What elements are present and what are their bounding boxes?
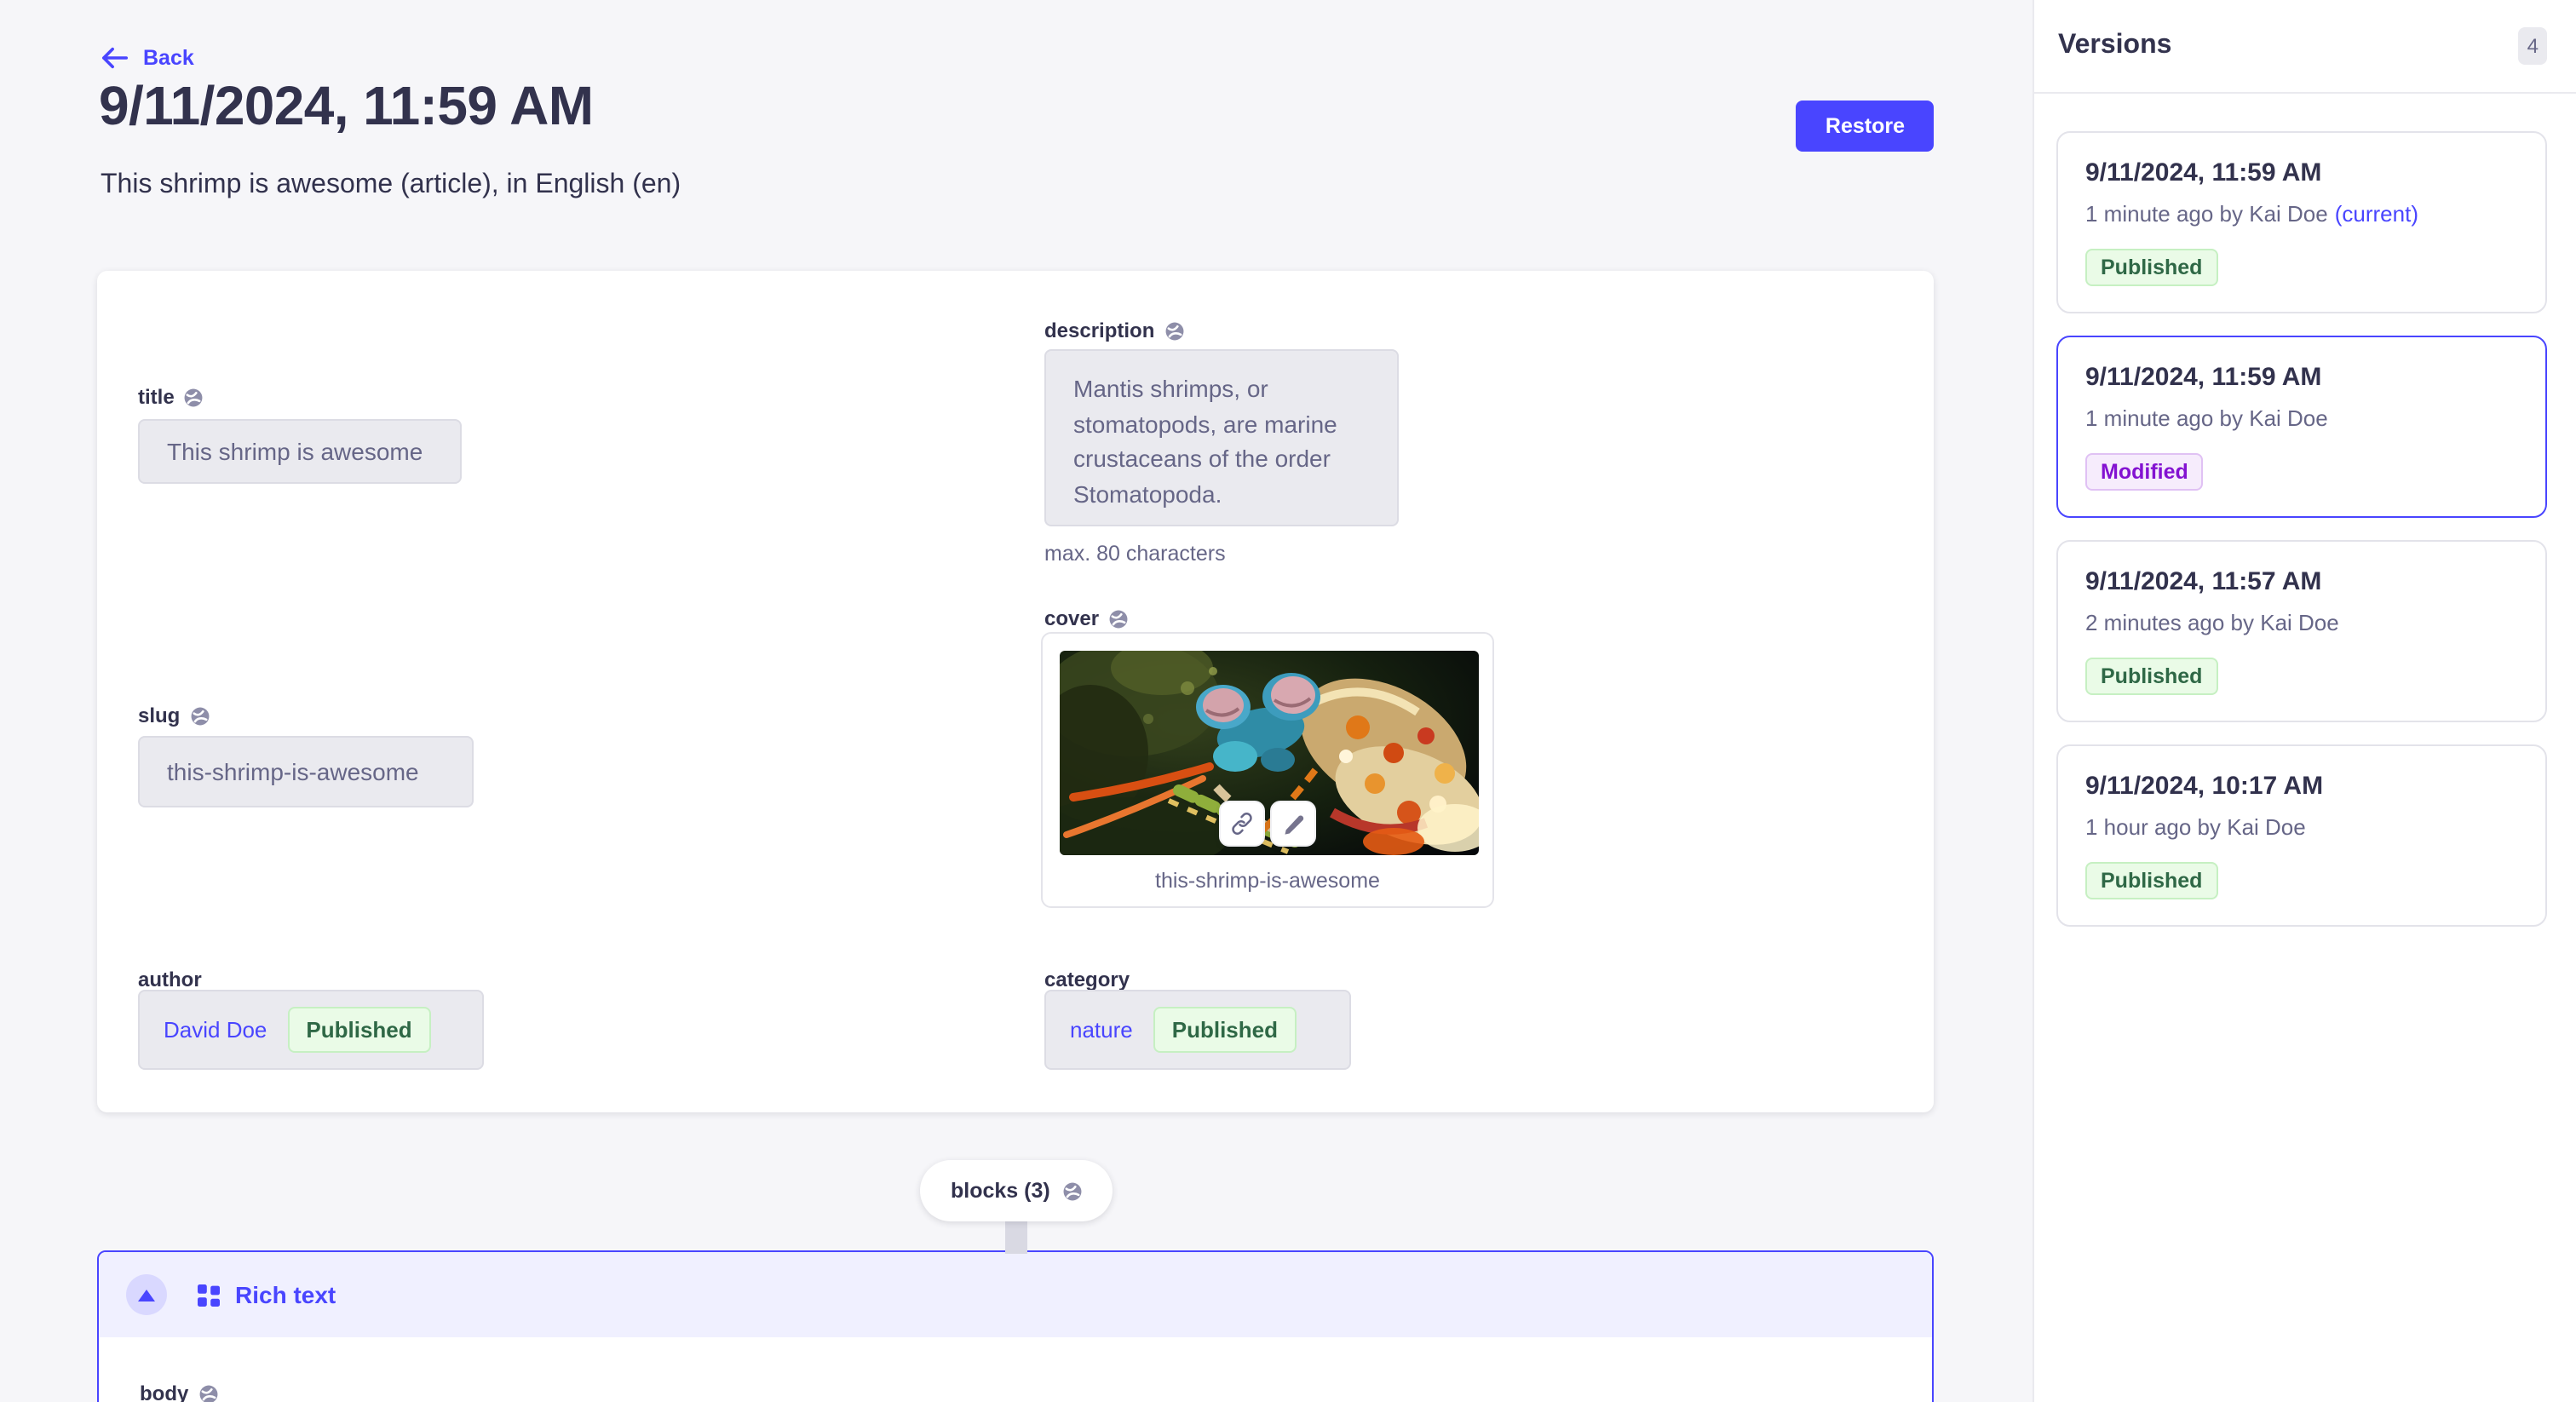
versions-count-badge: 4 [2519,27,2547,65]
back-label: Back [143,46,194,70]
category-relation-link[interactable]: nature [1070,1017,1133,1043]
category-relation-chip: nature Published [1044,990,1351,1070]
version-title: 9/11/2024, 11:57 AM [2085,567,2518,596]
globe-icon [1164,321,1183,340]
version-meta-text: 1 minute ago by Kai Doe [2085,201,2328,227]
title-label-text: title [138,385,175,409]
version-meta: 1 minute ago by Kai Doe (current) [2085,201,2518,227]
content-column: Back 9/11/2024, 11:59 AM This shrimp is … [0,0,2033,1402]
back-link[interactable]: Back [101,44,194,72]
version-meta-text: 1 minute ago by Kai Doe [2085,405,2328,431]
author-field-label: author [138,968,202,991]
version-badge-row: Published [2085,249,2518,286]
category-field-label: category [1044,968,1130,991]
slug-input: this-shrimp-is-awesome [138,736,474,807]
globe-icon [185,388,204,406]
version-badge-row: Published [2085,658,2518,695]
author-label-text: author [138,968,202,991]
cover-field-label: cover [1044,606,1128,630]
rich-text-accordion-header[interactable]: Rich text [99,1252,1932,1337]
version-status-badge: Published [2085,658,2217,695]
globe-icon [198,1384,217,1402]
globe-icon [1109,609,1128,628]
category-label-text: category [1044,968,1130,991]
cover-media-card: this-shrimp-is-awesome [1041,632,1494,908]
component-blocks-icon [198,1284,220,1306]
blocks-connector [1005,1216,1027,1254]
restore-button[interactable]: Restore [1797,101,1934,152]
versions-sidebar: Versions 4 9/11/2024, 11:59 AM 1 minute … [2033,0,2576,1402]
blocks-pill-label: blocks (3) [951,1179,1050,1203]
versions-header: Versions 4 [2034,0,2576,94]
rich-text-accordion-body: body [99,1337,1932,1402]
body-label-text: body [140,1382,188,1402]
version-title: 9/11/2024, 10:17 AM [2085,772,2518,801]
version-meta-text: 2 minutes ago by Kai Doe [2085,610,2339,635]
author-relation-chip: David Doe Published [138,990,484,1070]
version-card[interactable]: 9/11/2024, 11:57 AM 2 minutes ago by Kai… [2056,540,2547,722]
description-field-label: description [1044,319,1183,342]
app-root: Back 9/11/2024, 11:59 AM This shrimp is … [0,0,2576,1402]
back-arrow-icon [101,44,129,72]
blocks-field-pill[interactable]: blocks (3) [920,1160,1113,1221]
version-list: 9/11/2024, 11:59 AM 1 minute ago by Kai … [2034,94,2576,927]
caret-up-icon [138,1289,155,1301]
description-label-text: description [1044,319,1154,342]
cover-caption: this-shrimp-is-awesome [1043,869,1492,893]
author-relation-link[interactable]: David Doe [164,1017,267,1043]
rich-text-accordion: Rich text body [97,1250,1934,1402]
version-badge-row: Published [2085,862,2518,899]
author-status-badge: Published [287,1007,430,1053]
cover-actions [1219,801,1316,847]
description-textarea: Mantis shrimps, or stomatopods, are mari… [1044,349,1399,526]
category-status-badge: Published [1153,1007,1297,1053]
title-input: This shrimp is awesome [138,419,462,484]
versions-title: Versions [2058,31,2171,61]
version-status-badge: Published [2085,862,2217,899]
pencil-icon [1281,812,1305,836]
copy-link-button[interactable] [1219,801,1265,847]
version-meta: 2 minutes ago by Kai Doe [2085,610,2518,635]
description-hint: max. 80 characters [1044,542,1226,566]
version-card[interactable]: 9/11/2024, 10:17 AM 1 hour ago by Kai Do… [2056,744,2547,927]
title-field-label: title [138,385,204,409]
body-field-label: body [140,1382,1932,1402]
version-badge-row: Modified [2085,453,2518,491]
version-meta: 1 hour ago by Kai Doe [2085,814,2518,840]
edit-image-button[interactable] [1270,801,1316,847]
version-title: 9/11/2024, 11:59 AM [2085,363,2518,392]
version-status-badge: Published [2085,249,2217,286]
globe-icon [1064,1181,1083,1200]
version-title: 9/11/2024, 11:59 AM [2085,158,2518,187]
globe-icon [190,706,209,725]
rich-text-title: Rich text [235,1281,336,1308]
slug-field-label: slug [138,704,209,727]
version-card[interactable]: 9/11/2024, 11:59 AM 1 minute ago by Kai … [2056,131,2547,313]
page-title: 9/11/2024, 11:59 AM [99,75,593,138]
cover-label-text: cover [1044,606,1099,630]
version-meta: 1 minute ago by Kai Doe [2085,405,2518,431]
slug-label-text: slug [138,704,180,727]
version-card[interactable]: 9/11/2024, 11:59 AM 1 minute ago by Kai … [2056,336,2547,518]
link-icon [1229,811,1255,836]
page-subtitle: This shrimp is awesome (article), in Eng… [101,170,681,201]
version-status-badge: Modified [2085,453,2204,491]
collapse-button[interactable] [126,1274,167,1315]
version-meta-text: 1 hour ago by Kai Doe [2085,814,2306,840]
version-current-tag: (current) [2335,201,2418,227]
entry-form-card: title This shrimp is awesome description… [97,271,1934,1112]
